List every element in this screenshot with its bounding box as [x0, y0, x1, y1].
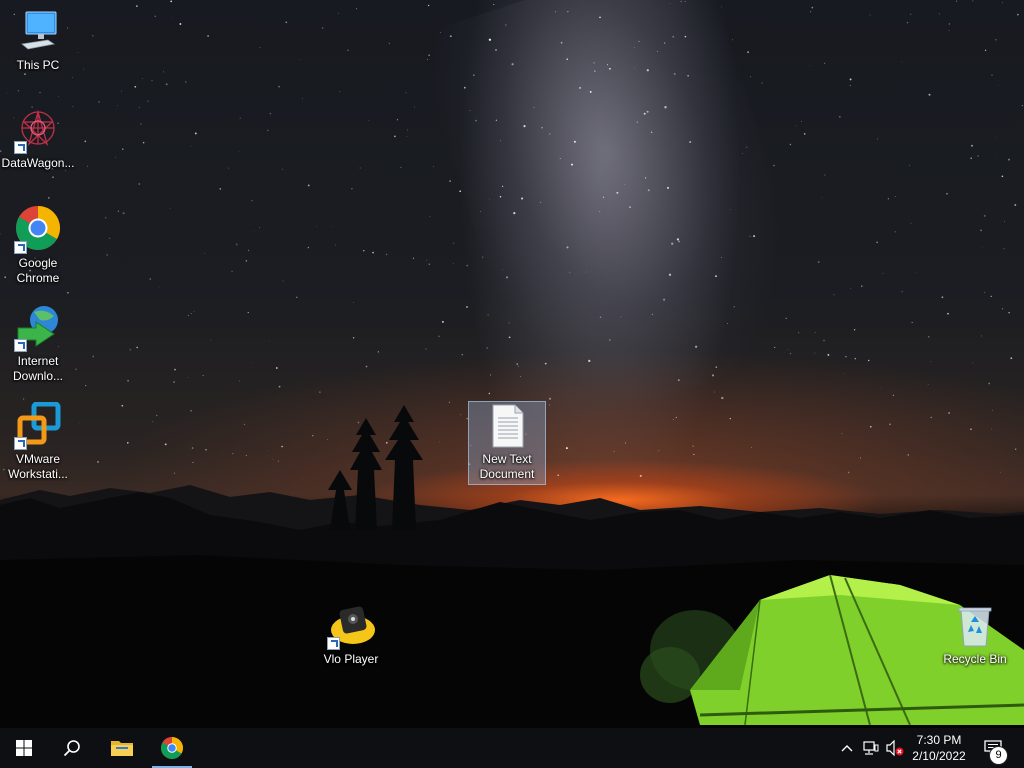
network-icon: [863, 741, 879, 755]
recycle-bin-icon: [951, 602, 999, 650]
desktop-icon-label: Google Chrome: [16, 256, 60, 285]
windows-start-icon: [16, 740, 32, 756]
taskbar-clock[interactable]: 7:30 PM 2/10/2022: [905, 732, 973, 764]
search-icon: [63, 740, 80, 757]
start-button[interactable]: [0, 728, 48, 768]
chrome-icon: [161, 737, 183, 759]
landscape-silhouette: [0, 405, 1024, 728]
shortcut-arrow-icon: [14, 141, 27, 154]
taskbar-file-explorer[interactable]: [98, 728, 146, 768]
chevron-up-icon: [841, 745, 853, 752]
desktop-icon-label: This PC: [16, 58, 60, 72]
desktop-icon-this-pc[interactable]: This PC: [0, 8, 76, 76]
taskbar: 7:30 PM 2/10/2022: [0, 728, 1024, 768]
internet-download-manager-icon: [14, 304, 62, 352]
tray-overflow-button[interactable]: [836, 728, 858, 768]
desktop-icon-google-chrome[interactable]: Google Chrome: [0, 206, 76, 288]
folder-icon: [111, 741, 133, 756]
desktop-icon-vlo-player[interactable]: Vlo Player: [313, 602, 389, 670]
clock-date: 2/10/2022: [912, 749, 966, 763]
desktop-icon-vmware-workstation[interactable]: VMware Workstati...: [0, 401, 76, 484]
chrome-icon: [14, 206, 62, 254]
tray-volume-button[interactable]: [884, 728, 906, 768]
desktop-icon-internet-download-manager[interactable]: Internet Downlo...: [0, 304, 76, 386]
shortcut-arrow-icon: [327, 637, 340, 650]
datawagon-icon: [14, 106, 62, 154]
desktop-icon-recycle-bin[interactable]: Recycle Bin: [937, 602, 1013, 670]
computer-icon: [14, 8, 62, 56]
desktop-icon-label: DataWagon...: [1, 156, 75, 170]
desktop-icon-new-text-document[interactable]: New Text Document: [468, 401, 546, 485]
desktop-icon-label: Recycle Bin: [943, 652, 1007, 666]
shortcut-arrow-icon: [14, 339, 27, 352]
desktop-icon-label: VMware Workstati...: [8, 452, 68, 481]
search-button[interactable]: [48, 728, 96, 768]
tray-network-button[interactable]: [860, 728, 882, 768]
shortcut-arrow-icon: [14, 437, 27, 450]
desktop-icon-label: Internet Downlo...: [12, 354, 64, 383]
desktop-icon-label: New Text Document: [479, 452, 535, 481]
taskbar-google-chrome[interactable]: [148, 728, 196, 768]
vmware-icon: [14, 401, 62, 450]
volume-muted-icon: [886, 740, 904, 756]
desktop-icon-datawagon[interactable]: DataWagon...: [0, 106, 76, 174]
text-document-icon: [483, 402, 531, 450]
notification-count-badge: 9: [989, 746, 1008, 765]
clock-time: 7:30 PM: [916, 733, 962, 747]
vlo-player-icon: [327, 602, 375, 650]
shortcut-arrow-icon: [14, 241, 27, 254]
desktop-wallpaper: [0, 0, 1024, 728]
desktop-icon-label: Vlo Player: [323, 652, 379, 666]
